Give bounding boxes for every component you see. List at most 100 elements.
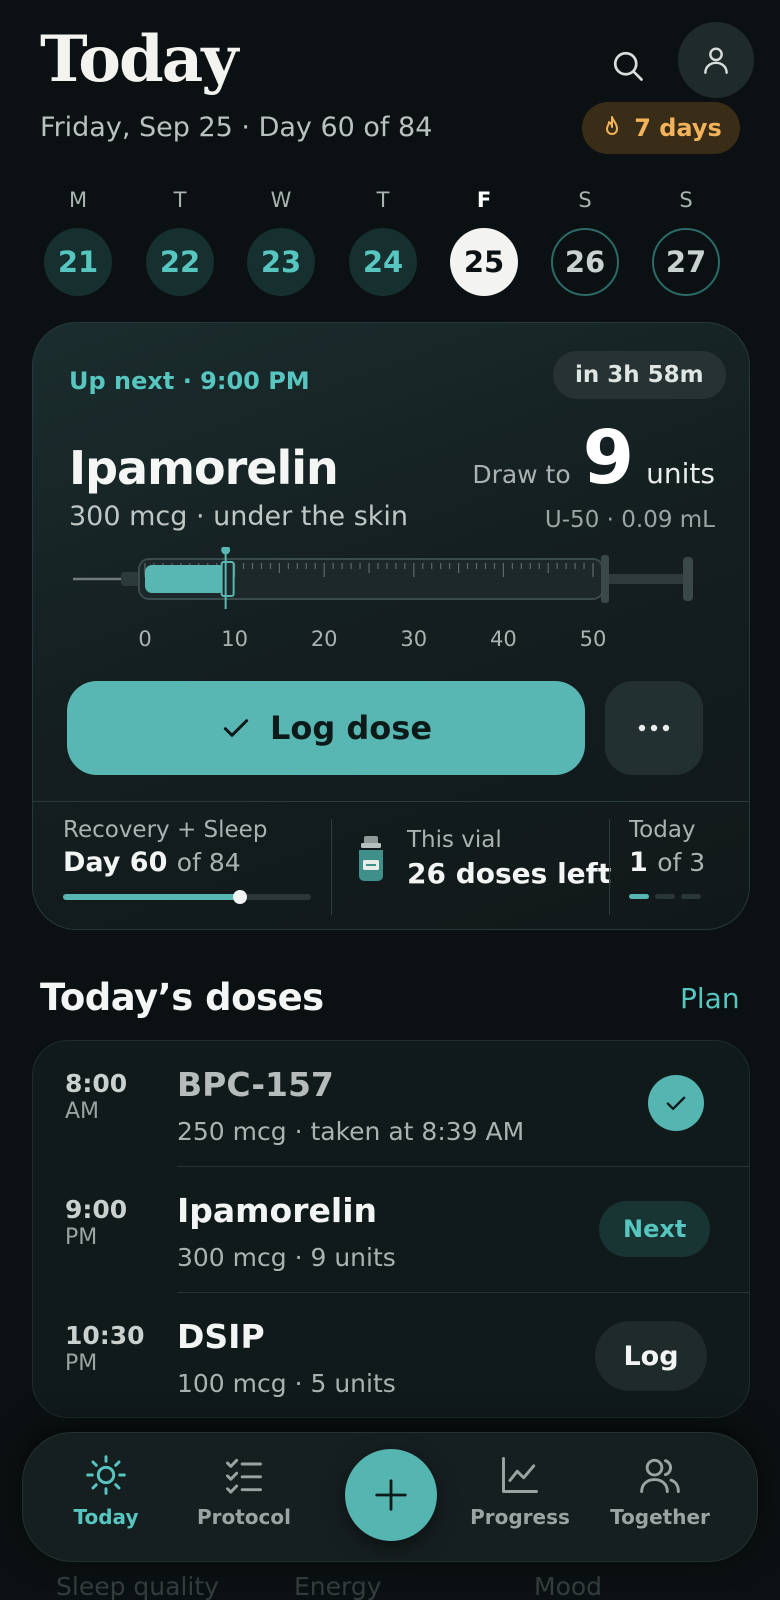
stat-divider — [609, 819, 610, 915]
weekday-label: S — [578, 188, 592, 212]
tab-label: Today — [73, 1505, 139, 1529]
check-icon — [666, 1096, 686, 1110]
medication-name: Ipamorelin — [69, 441, 339, 495]
tab-label: Protocol — [196, 1505, 291, 1529]
sun-icon — [86, 1455, 126, 1495]
up-next-label: Up next · 9:00 PM — [69, 367, 310, 395]
protocol-progress-fill — [63, 894, 241, 900]
vial-status[interactable]: This vial 26 doses left — [355, 827, 611, 890]
peek-label: Mood — [534, 1572, 603, 1600]
dose-log-button[interactable]: Log — [595, 1321, 707, 1391]
user-icon — [704, 47, 728, 74]
streak-label: 7 days — [634, 114, 722, 142]
plan-link[interactable]: Plan — [680, 982, 740, 1015]
draw-to-label: Draw to — [472, 460, 571, 489]
day-27[interactable]: 27 — [652, 228, 720, 296]
draw-units-value: 9 — [582, 415, 635, 501]
add-button[interactable] — [345, 1449, 437, 1541]
draw-to-readout: Draw to 9 units — [472, 421, 715, 495]
dose-row[interactable]: 10:30 PM DSIP 100 mcg · 5 units Log — [33, 1293, 749, 1417]
tab-today[interactable]: Today — [41, 1453, 171, 1529]
today-segment — [629, 894, 649, 899]
more-horizontal-icon — [638, 724, 670, 732]
users-icon — [640, 1458, 680, 1493]
protocol-name: Recovery + Sleep — [63, 817, 268, 843]
today-segment — [655, 894, 675, 899]
today-segments — [629, 894, 705, 899]
log-dose-label: Log dose — [269, 709, 433, 747]
day-24[interactable]: 24 — [349, 228, 417, 296]
dose-time: 8:00 AM — [65, 1069, 127, 1125]
protocol-progress[interactable]: Recovery + Sleep Day 60 of 84 — [63, 817, 311, 904]
next-dose-card: Up next · 9:00 PM in 3h 58m Ipamorelin 3… — [32, 322, 750, 930]
syringe-tick-label: 0 — [138, 627, 152, 651]
day-25[interactable]: 25 — [450, 228, 518, 296]
search-button[interactable] — [598, 36, 658, 96]
today-segment — [681, 894, 701, 899]
protocol-progress-knob — [233, 890, 248, 904]
plus-icon — [375, 1479, 407, 1511]
draw-units-label: units — [646, 457, 715, 490]
syringe-tick-label: 20 — [310, 627, 338, 651]
dose-list: 8:00 AM BPC-157 250 mcg · taken at 8:39 AM 9… — [32, 1040, 750, 1418]
vial-icon — [359, 835, 383, 881]
dose-row[interactable]: 8:00 AM BPC-157 250 mcg · taken at 8:39 AM — [33, 1041, 749, 1167]
weekday-label: W — [270, 188, 292, 212]
syringe-tick-label: 40 — [490, 627, 517, 651]
dose-detail: 300 mcg · 9 units — [177, 1243, 396, 1272]
weekday-label: F — [476, 188, 492, 212]
day-26[interactable]: 26 — [551, 228, 619, 296]
tab-together[interactable]: Together — [595, 1453, 725, 1529]
dose-row[interactable]: 9:00 PM Ipamorelin 300 mcg · 9 units Next — [33, 1167, 749, 1293]
tab-progress[interactable]: Progress — [455, 1453, 585, 1529]
protocol-progress-bar — [63, 890, 311, 904]
stat-divider — [331, 819, 332, 915]
checklist-icon — [226, 1458, 262, 1494]
dose-time: 9:00 PM — [65, 1195, 127, 1251]
medication-detail: 300 mcg · under the skin — [69, 501, 409, 532]
peek-label: Energy — [294, 1572, 382, 1600]
profile-button[interactable] — [678, 22, 754, 98]
dose-ampm: AM — [65, 1099, 100, 1124]
log-dose-button[interactable]: Log dose — [67, 681, 585, 775]
streak-badge[interactable]: 7 days — [582, 102, 740, 154]
weekday-label: T — [376, 188, 390, 212]
dose-time-value: 10:30 — [65, 1321, 145, 1350]
protocol-day-value: Day 60 — [63, 847, 168, 878]
dose-detail: 100 mcg · 5 units — [177, 1369, 396, 1398]
dose-name: BPC-157 — [177, 1065, 334, 1104]
more-options-button[interactable] — [605, 681, 703, 775]
vial-label: This vial — [407, 827, 502, 853]
page-title: Today — [40, 22, 238, 97]
tab-bar: Today Protocol Progress Together — [22, 1432, 758, 1562]
syringe-illustration — [73, 547, 693, 609]
peek-label: Sleep quality — [56, 1572, 219, 1600]
flame-icon — [606, 116, 619, 135]
syringe-tick-label: 50 — [579, 627, 607, 651]
chart-icon — [502, 1457, 538, 1493]
today-progress[interactable]: Today 1 of 3 — [629, 817, 705, 899]
search-icon — [613, 51, 643, 81]
weekday-label: T — [173, 188, 187, 212]
day-22[interactable]: 22 — [146, 228, 214, 296]
weekday-label: S — [679, 188, 693, 212]
tab-protocol[interactable]: Protocol — [179, 1453, 309, 1529]
dose-next-badge[interactable]: Next — [599, 1201, 711, 1257]
today-done-count: 1 — [629, 847, 648, 878]
dose-ampm: PM — [65, 1225, 98, 1250]
section-title: Today’s doses — [40, 976, 324, 1019]
today-count: 1 of 3 — [629, 847, 705, 878]
today-label: Today — [629, 817, 696, 843]
day-23[interactable]: 23 — [247, 228, 315, 296]
dose-done-check[interactable] — [648, 1075, 704, 1131]
day-21[interactable]: 21 — [44, 228, 112, 296]
protocol-day: Day 60 of 84 — [63, 847, 311, 878]
dose-name: Ipamorelin — [177, 1191, 377, 1230]
dose-name: DSIP — [177, 1317, 265, 1356]
dose-detail: 250 mcg · taken at 8:39 AM — [177, 1117, 525, 1146]
dose-ampm: PM — [65, 1351, 98, 1376]
tab-label: Progress — [470, 1505, 570, 1529]
dose-time: 10:30 PM — [65, 1321, 145, 1377]
countdown-badge: in 3h 58m — [553, 351, 726, 399]
check-icon — [223, 719, 249, 737]
